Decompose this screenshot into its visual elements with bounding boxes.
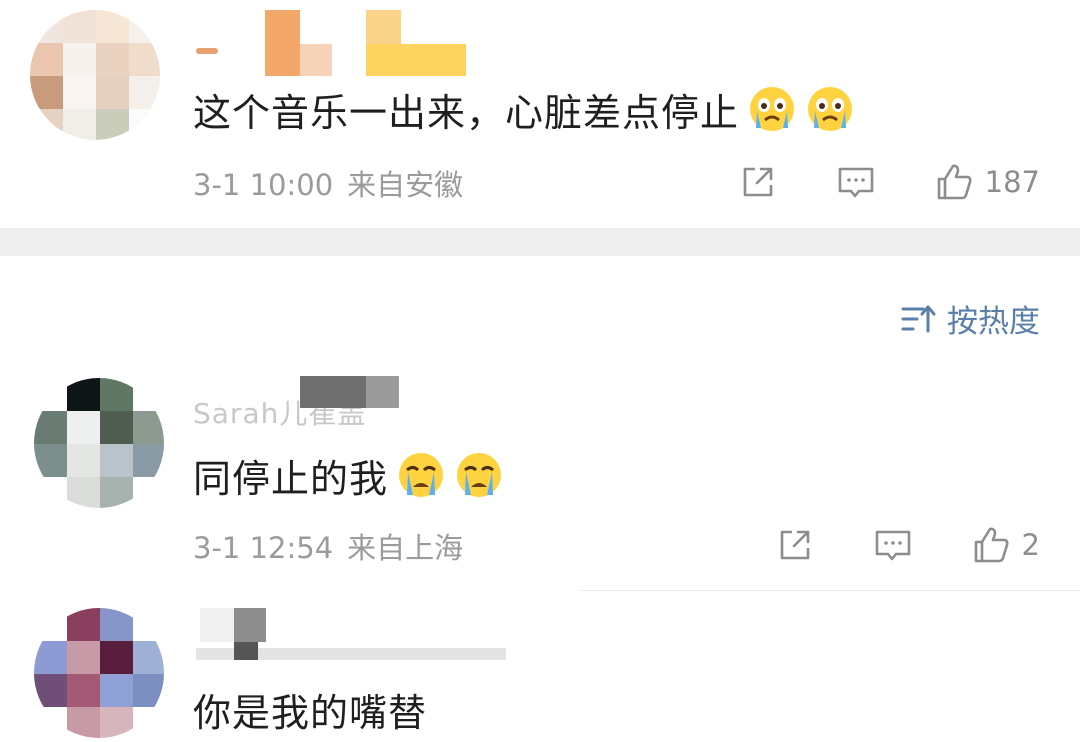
username-redacted xyxy=(234,608,266,642)
like-icon[interactable] xyxy=(970,524,1012,566)
avatar[interactable] xyxy=(34,378,164,508)
username-redacted xyxy=(196,48,218,54)
username-redacted xyxy=(234,642,258,660)
avatar[interactable] xyxy=(34,608,164,738)
sort-label: 按热度 xyxy=(947,304,1040,340)
like-count: 2 xyxy=(1021,528,1040,562)
comment-text-content: 这个音乐一出来，心脏差点停止 xyxy=(193,91,740,135)
crying-face-emoji xyxy=(808,87,853,131)
comment-separator xyxy=(580,590,1080,591)
username-redacted[interactable] xyxy=(200,608,234,642)
loudly-crying-face-emoji xyxy=(399,453,444,497)
comment-time: 3-1 10:00 xyxy=(193,168,334,202)
loudly-crying-face-emoji xyxy=(457,453,502,497)
comment-actions: 2 xyxy=(774,525,1040,565)
like-icon[interactable] xyxy=(933,161,975,203)
username-redacted[interactable] xyxy=(265,10,300,76)
comment-location: 来自安徽 xyxy=(347,168,464,202)
crying-face-emoji xyxy=(750,87,795,131)
section-divider xyxy=(0,228,1080,256)
username-redacted xyxy=(366,376,399,408)
comment-text: 你是我的嘴替 xyxy=(193,682,427,737)
comment-icon[interactable] xyxy=(872,524,914,566)
comment-meta: 3-1 12:54 来自上海 xyxy=(193,525,463,567)
share-icon[interactable] xyxy=(737,161,779,203)
sort-icon xyxy=(901,305,936,332)
comment-time: 3-1 12:54 xyxy=(193,531,334,565)
like-count: 187 xyxy=(984,165,1040,199)
comment-icon[interactable] xyxy=(835,161,877,203)
username-redacted xyxy=(366,10,401,44)
comment-item[interactable]: 你是我的嘴替 xyxy=(0,600,1080,742)
comment-actions: 187 xyxy=(737,162,1040,202)
sort-button[interactable]: 按热度 xyxy=(901,296,1040,341)
comment-text: 同停止的我 xyxy=(193,448,504,503)
comment-item[interactable]: 这个音乐一出来，心脏差点停止 3-1 10:00 来自安徽 187 xyxy=(0,0,1080,228)
comment-text-content: 你是我的嘴替 xyxy=(193,691,428,735)
comment-meta: 3-1 10:00 来自安徽 xyxy=(193,162,463,204)
username-redacted xyxy=(366,44,466,76)
comment-location: 来自上海 xyxy=(347,531,464,565)
comment-item[interactable]: Sarah儿崔盖 同停止的我 3-1 12:54 来自上海 2 xyxy=(0,370,1080,586)
username-redacted xyxy=(300,376,366,408)
avatar[interactable] xyxy=(30,10,160,140)
share-icon[interactable] xyxy=(774,524,816,566)
comment-text-content: 同停止的我 xyxy=(193,457,389,501)
username-redacted xyxy=(300,44,332,76)
comment-text: 这个音乐一出来，心脏差点停止 xyxy=(193,82,855,137)
